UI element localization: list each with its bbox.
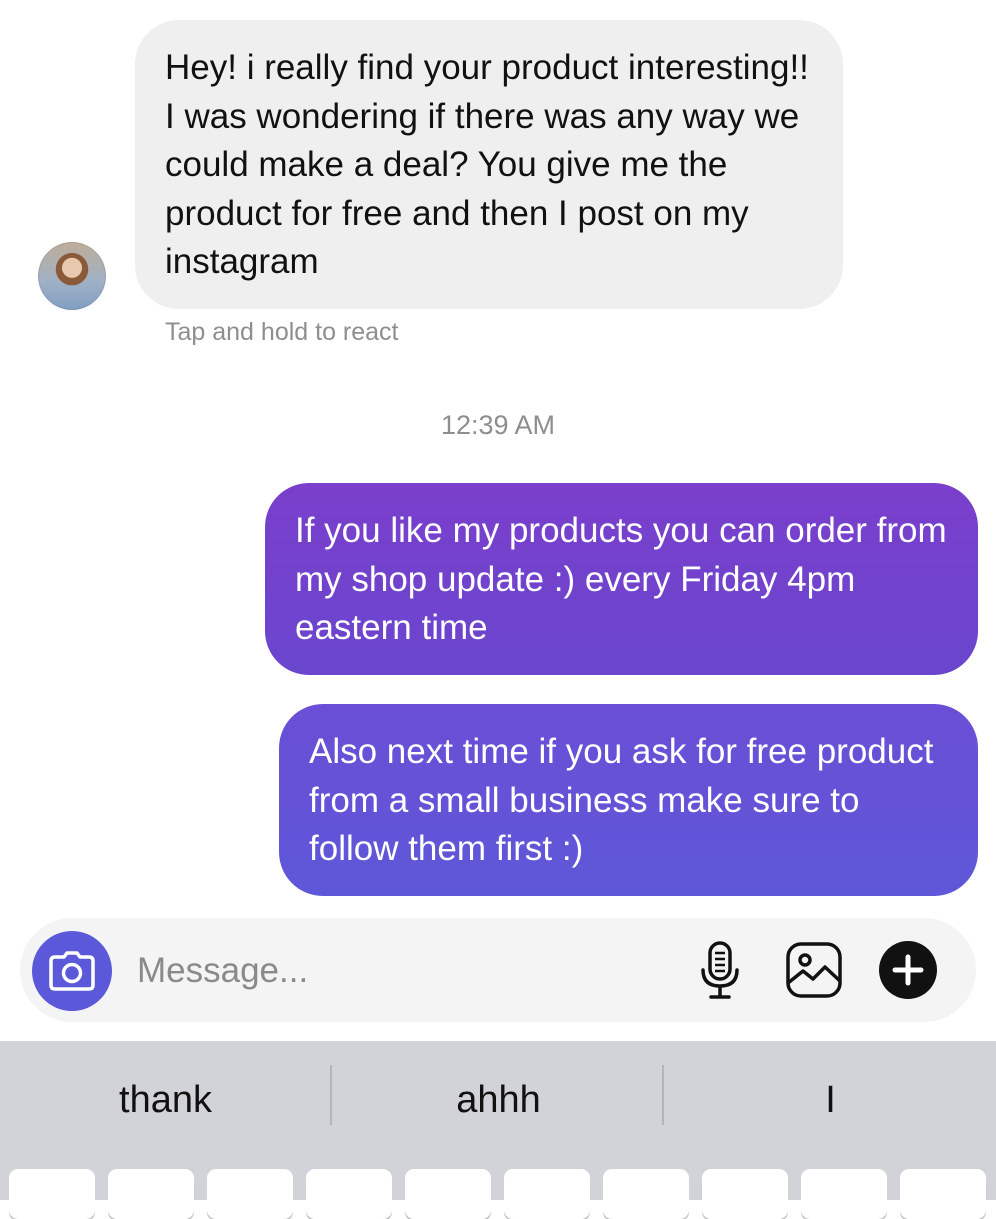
microphone-icon	[701, 941, 739, 999]
outgoing-message-bubble[interactable]: If you like my products you can order fr…	[265, 483, 978, 675]
keyboard-key[interactable]	[306, 1169, 392, 1219]
plus-icon	[879, 941, 937, 999]
suggestion-divider	[662, 1065, 664, 1125]
keyboard-key[interactable]	[9, 1169, 95, 1219]
keyboard-key[interactable]	[108, 1169, 194, 1219]
message-timestamp: 12:39 AM	[440, 410, 556, 440]
keyboard-key[interactable]	[702, 1169, 788, 1219]
sender-avatar[interactable]	[38, 242, 106, 310]
keyboard-key[interactable]	[504, 1169, 590, 1219]
keyboard-key[interactable]	[801, 1169, 887, 1219]
keyboard: thank ahhh I	[0, 1041, 996, 1219]
add-button[interactable]	[876, 938, 940, 1002]
keyboard-key[interactable]	[603, 1169, 689, 1219]
keyboard-key[interactable]	[405, 1169, 491, 1219]
outgoing-message-bubble[interactable]: Also next time if you ask for free produ…	[279, 704, 978, 896]
keyboard-suggestion[interactable]: I	[665, 1079, 996, 1122]
suggestion-divider	[330, 1065, 332, 1125]
react-hint: Tap and hold to react	[165, 318, 399, 346]
keyboard-suggestion[interactable]: thank	[0, 1079, 331, 1122]
keyboard-key[interactable]	[900, 1169, 986, 1219]
microphone-button[interactable]	[688, 938, 752, 1002]
camera-icon	[49, 951, 95, 991]
incoming-message-text: Hey! i really find your product interest…	[165, 48, 809, 281]
gallery-button[interactable]	[782, 938, 846, 1002]
outgoing-message-text: If you like my products you can order fr…	[295, 511, 947, 647]
message-composer	[20, 918, 976, 1022]
keyboard-suggestion[interactable]: ahhh	[333, 1079, 664, 1122]
camera-button[interactable]	[32, 931, 112, 1011]
incoming-message-bubble[interactable]: Hey! i really find your product interest…	[135, 20, 843, 309]
outgoing-message-text: Also next time if you ask for free produ…	[309, 732, 934, 868]
message-input[interactable]	[135, 944, 659, 998]
gallery-icon	[786, 942, 842, 998]
keyboard-key[interactable]	[207, 1169, 293, 1219]
